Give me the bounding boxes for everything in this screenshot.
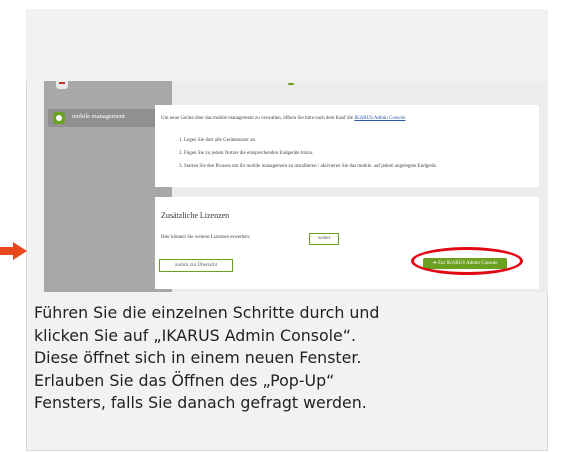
admin-console-link[interactable]: IKARUS Admin Console [354,116,405,121]
list-item: 3. Starten Sie den Prozess um ihr mobile… [179,164,437,169]
sidebar: mobile management [44,81,172,292]
list-item: 2. Fügen Sie zu jedem Nutzer die entspre… [179,151,314,156]
screenshot-top-area [26,9,548,81]
sidebar-item-previous[interactable] [44,81,172,95]
licenses-title: Zusätzliche Lizenzen [161,211,230,220]
licenses-text: Hier können Sie weitere Lizenzen erwerbe… [161,235,251,240]
heading-accent [288,83,294,85]
intro-text-body: Um neue Geräte über das mobile managemen… [161,116,354,121]
instructions-panel: Um neue Geräte über das mobile managemen… [155,105,539,187]
list-item: 1. Legen Sie dort alle Gerätenutzer an. [179,138,257,143]
back-to-overview-button[interactable]: zurück zur Übersicht [159,259,233,272]
pointer-arrow-icon [0,242,27,260]
steps-list: 1. Legen Sie dort alle Gerätenutzer an. … [179,134,437,173]
menu-item-icon [56,81,68,89]
sidebar-item-mobile-management[interactable]: mobile management [48,109,168,127]
caption-line: Fensters, falls Sie danach gefragt werde… [34,393,367,413]
intro-text: Um neue Geräte über das mobile managemen… [161,116,405,121]
highlight-circle [411,247,523,275]
caption-line: Führen Sie die einzelnen Schritte durch … [34,303,380,322]
weiter-button[interactable]: weiter [309,233,339,245]
screenshot-area: mobile management Um neue Geräte über da… [26,9,548,292]
mobile-device-icon [53,112,65,124]
sidebar-item-label: mobile management [72,113,125,120]
caption-line: Erlauben Sie das Öffnen des „Pop-Up“ [34,370,335,390]
caption-line: klicken Sie auf „IKARUS Admin Console“. [34,325,356,345]
instruction-caption: Führen Sie die einzelnen Schritte durch … [34,302,544,415]
licenses-panel: Zusätzliche Lizenzen Hier können Sie wei… [155,197,539,289]
caption-line: Diese öffnet sich in einem neuen Fenster… [34,348,362,368]
